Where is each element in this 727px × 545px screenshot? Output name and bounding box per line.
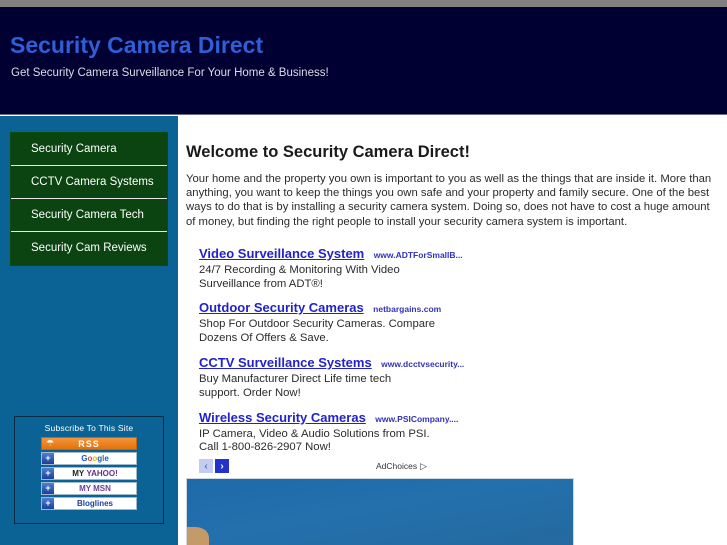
ad-title-link[interactable]: CCTV Surveillance Systems xyxy=(199,355,372,370)
sidebar-item-security-camera[interactable]: Security Camera xyxy=(11,133,167,166)
ad-item: Outdoor Security Cameras netbargains.com… xyxy=(199,299,715,346)
ad-footer: ‹ › AdChoices ▷ xyxy=(199,459,715,474)
ad-title-link[interactable]: Outdoor Security Cameras xyxy=(199,300,364,315)
ad-display-url[interactable]: netbargains.com xyxy=(373,304,441,314)
ad-block: Video Surveillance System www.ADTForSmal… xyxy=(186,245,715,474)
ad-item: Video Surveillance System www.ADTForSmal… xyxy=(199,245,715,292)
sidebar-item-cctv-camera-systems[interactable]: CCTV Camera Systems xyxy=(11,166,167,199)
ad-item: Wireless Security Cameras www.PSICompany… xyxy=(199,409,715,456)
ad-title-row: Video Surveillance System www.ADTForSmal… xyxy=(199,245,715,263)
page-title: Welcome to Security Camera Direct! xyxy=(186,143,470,161)
my-msn-subscribe-button[interactable]: + MY MSN xyxy=(41,482,137,495)
rss-subscribe-button[interactable]: ☂ RSS xyxy=(41,437,137,450)
subscribe-row-mymsn: + MY MSN xyxy=(15,482,163,495)
my-msn-label: MY MSN xyxy=(79,484,111,493)
ad-display-url[interactable]: www.PSICompany.... xyxy=(375,414,458,424)
subscribe-row-bloglines: + Bloglines xyxy=(15,497,163,510)
my-yahoo-label: MY YAHOO! xyxy=(72,469,118,478)
ad-display-url[interactable]: www.ADTForSmallB... xyxy=(374,250,463,260)
sidebar-item-security-cam-reviews[interactable]: Security Cam Reviews xyxy=(11,232,167,265)
google-subscribe-button[interactable]: + Google xyxy=(41,452,137,465)
adchoices-link[interactable]: AdChoices ▷ xyxy=(376,461,427,472)
ad-description: 24/7 Recording & Monitoring With Video S… xyxy=(199,263,400,290)
content-photo xyxy=(186,478,574,545)
rss-label: RSS xyxy=(78,438,100,449)
ad-description: IP Camera, Video & Audio Solutions from … xyxy=(199,427,430,454)
ad-title-row: Wireless Security Cameras www.PSICompany… xyxy=(199,409,715,427)
plus-icon: + xyxy=(42,483,55,494)
ad-title-row: Outdoor Security Cameras netbargains.com xyxy=(199,299,715,317)
subscribe-row-rss: ☂ RSS xyxy=(15,437,163,450)
subscribe-row-google: + Google xyxy=(15,452,163,465)
browser-top-strip xyxy=(0,0,727,7)
bloglines-subscribe-button[interactable]: + Bloglines xyxy=(41,497,137,510)
bloglines-label: Bloglines xyxy=(76,499,113,508)
my-yahoo-subscribe-button[interactable]: + MY YAHOO! xyxy=(41,467,137,480)
ad-description: Shop For Outdoor Security Cameras. Compa… xyxy=(199,318,436,345)
adchoices-label: AdChoices xyxy=(376,461,418,472)
page-root: Security Camera Direct Get Security Came… xyxy=(0,0,727,545)
ad-description: Buy Manufacturer Direct Life time tech s… xyxy=(199,373,392,399)
sidebar-nav: Security Camera CCTV Camera Systems Secu… xyxy=(10,132,168,266)
ad-title-link[interactable]: Video Surveillance System xyxy=(199,246,364,261)
ad-title-row: CCTV Surveillance Systems www.dcctvsecur… xyxy=(199,354,715,372)
google-label: Google xyxy=(81,454,109,463)
ad-next-button[interactable]: › xyxy=(215,459,229,474)
subscribe-row-myyahoo: + MY YAHOO! xyxy=(15,467,163,480)
site-title: Security Camera Direct xyxy=(10,32,264,58)
sidebar-item-security-camera-tech[interactable]: Security Camera Tech xyxy=(11,199,167,232)
ad-title-link[interactable]: Wireless Security Cameras xyxy=(199,410,366,425)
plus-icon: + xyxy=(42,468,55,479)
plus-icon: + xyxy=(42,453,55,464)
ad-pager: ‹ › xyxy=(199,459,231,474)
plus-icon: + xyxy=(42,498,55,509)
site-tagline: Get Security Camera Surveillance For You… xyxy=(11,67,329,79)
triangle-right-icon: ▷ xyxy=(420,460,428,471)
site-header: Security Camera Direct Get Security Came… xyxy=(0,7,727,115)
ad-item: CCTV Surveillance Systems www.dcctvsecur… xyxy=(199,354,715,401)
intro-paragraph: Your home and the property you own is im… xyxy=(186,173,712,228)
photo-foreground-shape xyxy=(187,527,209,545)
ad-prev-button[interactable]: ‹ xyxy=(199,459,213,474)
sidebar: Security Camera CCTV Camera Systems Secu… xyxy=(0,116,178,545)
subscribe-box: Subscribe To This Site ☂ RSS + Google + … xyxy=(14,416,164,524)
subscribe-title: Subscribe To This Site xyxy=(44,423,134,433)
rss-icon: ☂ xyxy=(46,438,55,448)
ad-display-url[interactable]: www.dcctvsecurity... xyxy=(381,359,464,369)
